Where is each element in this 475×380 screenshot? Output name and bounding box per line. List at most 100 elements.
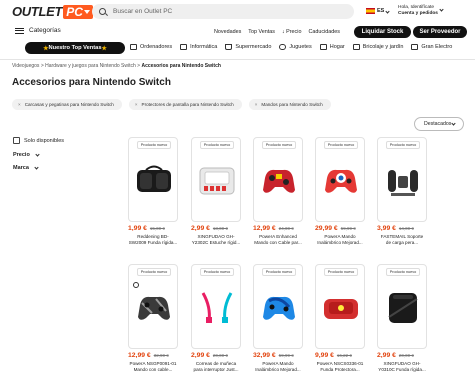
appliance-icon xyxy=(411,44,419,50)
product-card[interactable]: Producto nuevo 12,99 €24,00 € PowerA Enh… xyxy=(253,137,303,245)
product-image xyxy=(263,296,295,320)
chip-mandos[interactable]: × Mandos para Nintendo Switch xyxy=(248,99,331,110)
product-card[interactable]: Producto nuevo 3,99 €14,00 € FASTEMAIL S… xyxy=(377,137,427,245)
product-image-frame[interactable]: Producto nuevo xyxy=(191,137,241,222)
logo-badge-text: PC xyxy=(66,4,83,19)
product-old-price: 16,22 € xyxy=(336,353,352,358)
product-name[interactable]: Mando con Cable par... xyxy=(253,240,303,246)
product-name[interactable]: XINGFUDAO GH- xyxy=(191,234,241,240)
product-card[interactable]: Producto nuevo 2,99 €20,00 € XINGFUDAO G… xyxy=(377,264,427,372)
product-name[interactable]: PowerA NSGP0091-01 xyxy=(128,361,178,367)
product-card[interactable]: Producto nuevo 2,99 €20,00 € Correas de … xyxy=(191,264,241,372)
product-name[interactable]: XINGFUDAO GH- xyxy=(377,361,427,367)
logo[interactable]: OUTLET PC xyxy=(12,4,93,19)
product-image-frame[interactable]: Producto nuevo xyxy=(315,264,365,349)
checkbox-box[interactable] xyxy=(13,137,20,144)
categories-label: Categorías xyxy=(29,27,61,34)
sort-select[interactable]: Destacados xyxy=(414,117,464,131)
filter-precio[interactable]: Precio xyxy=(13,151,64,158)
toy-icon xyxy=(279,44,287,50)
filter-label: Marca xyxy=(13,165,29,171)
product-old-price: 20,00 € xyxy=(398,353,414,358)
filter-marca[interactable]: Marca xyxy=(13,164,64,171)
product-card[interactable]: Producto nuevo 32,99 €59,99 € PowerA Man… xyxy=(253,264,303,372)
product-old-price: 59,99 € xyxy=(278,353,294,358)
monitor-icon xyxy=(130,44,137,50)
product-old-price: 13,00 € xyxy=(212,226,228,231)
product-image-frame[interactable]: Producto nuevo xyxy=(128,137,178,222)
product-image-frame[interactable]: Producto nuevo xyxy=(253,264,303,349)
page-title: Accesorios para Nintendo Switch xyxy=(12,77,171,88)
product-image-frame[interactable]: Producto nuevo xyxy=(191,264,241,349)
breadcrumb-item[interactable]: Videojuegos xyxy=(12,63,39,69)
product-old-price: 59,99 € xyxy=(340,226,356,231)
product-card[interactable]: Producto nuevo 29,99 €59,99 € PowerA Man… xyxy=(315,137,365,245)
product-name[interactable]: de carga pera... xyxy=(377,240,427,246)
product-image-frame[interactable]: Producto nuevo xyxy=(128,264,178,349)
new-badge: Producto nuevo xyxy=(324,268,358,276)
product-name[interactable]: PowerA NSCS0336-01 xyxy=(315,361,365,367)
product-card[interactable]: Producto nuevo 9,99 €16,22 € PowerA NSCS… xyxy=(315,264,365,372)
chip-carcasas[interactable]: × Carcasas y pegatinas para Nintendo Swit… xyxy=(12,99,122,110)
chip-protectores[interactable]: × Protectores de pantalla para Nintendo S… xyxy=(128,99,242,110)
nav-ordenadores[interactable]: Ordenadores xyxy=(130,44,172,50)
nav-gran-electro[interactable]: Gran Electro xyxy=(411,44,452,50)
search-input[interactable] xyxy=(113,8,313,15)
search-icon[interactable] xyxy=(99,8,106,15)
nav-bricolaje[interactable]: Bricolaje y jardín xyxy=(352,44,403,50)
language-selector[interactable]: ES xyxy=(366,8,390,14)
product-name[interactable]: Inalámbrico Mejorad... xyxy=(253,367,303,373)
product-image-frame[interactable]: Producto nuevo xyxy=(253,137,303,222)
filter-label: Precio xyxy=(13,152,30,158)
product-price: 32,99 € xyxy=(253,352,276,359)
product-image-frame[interactable]: Producto nuevo xyxy=(315,137,365,222)
product-price: 29,99 € xyxy=(315,225,338,232)
categories-button[interactable]: Categorías xyxy=(15,27,61,34)
link-top-ventas[interactable]: Top Ventas xyxy=(248,29,275,35)
product-name[interactable]: Y0310C Funda rígida... xyxy=(377,367,427,373)
product-name[interactable]: Y2302C Estuche rígid... xyxy=(191,240,241,246)
product-card[interactable]: Producto nuevo 1,99 €15,00 € Reddening B… xyxy=(128,137,178,245)
product-price: 2,99 € xyxy=(377,352,396,359)
product-name[interactable]: Funda Protectora... xyxy=(315,367,365,373)
link-novedades[interactable]: Novedades xyxy=(214,29,241,35)
breadcrumb-item[interactable]: Hardware y juegos para Nintendo Switch xyxy=(45,63,136,69)
logo-arrow-icon xyxy=(83,9,90,14)
product-name[interactable]: PowerA Enhanced xyxy=(253,234,303,240)
nav-supermercado[interactable]: Supermercado xyxy=(225,44,271,50)
close-icon: × xyxy=(254,102,258,107)
keyboard-icon xyxy=(180,44,188,50)
liquidar-stock-button[interactable]: Liquidar Stock xyxy=(354,26,411,38)
chip-label: Mandos para Nintendo Switch xyxy=(261,102,323,107)
product-name[interactable]: Mando con cable... xyxy=(128,367,178,373)
product-image-frame[interactable]: Producto nuevo xyxy=(377,137,427,222)
product-name[interactable]: Correas de muñeca xyxy=(191,361,241,367)
ser-proveedor-button[interactable]: Ser Proveedor xyxy=(413,26,467,38)
nav-juguetes[interactable]: Juguetes xyxy=(279,44,312,50)
product-image xyxy=(137,165,171,192)
product-name[interactable]: SW2009 Funda rígida... xyxy=(128,240,178,246)
product-card[interactable]: Producto nuevo 2,99 €13,00 € XINGFUDAO G… xyxy=(191,137,241,245)
solo-disponibles-checkbox[interactable]: Solo disponibles xyxy=(13,137,64,144)
new-badge: Producto nuevo xyxy=(324,141,358,149)
user-account[interactable]: Hola, Identifícate Cuenta y pedidos xyxy=(398,5,444,17)
cart-icon xyxy=(225,44,233,50)
product-card[interactable]: Producto nuevo 12,99 €32,90 € PowerA NSG… xyxy=(128,264,178,372)
product-old-price: 24,00 € xyxy=(278,226,294,231)
search-bar[interactable] xyxy=(92,4,354,19)
new-badge: Producto nuevo xyxy=(386,141,420,149)
product-name[interactable]: para interruptor Just... xyxy=(191,367,241,373)
product-name[interactable]: Inalámbrico Mejorad... xyxy=(315,240,365,246)
language-label: ES xyxy=(377,8,385,14)
link-precio[interactable]: ↓ Precio xyxy=(282,29,301,35)
top-bar: OUTLET PC ES Hola, Identifícate Cuenta y… xyxy=(0,0,475,22)
link-caducidades[interactable]: Caducidades xyxy=(308,29,339,35)
nav-informatica[interactable]: Informática xyxy=(180,44,217,50)
product-name[interactable]: FASTEMAIL Soporte xyxy=(377,234,427,240)
breadcrumb-current: Accesorios para Nintendo Switch xyxy=(141,63,221,69)
product-image xyxy=(325,169,357,193)
product-image-frame[interactable]: Producto nuevo xyxy=(377,264,427,349)
nav-hogar[interactable]: Hogar xyxy=(319,44,345,50)
chip-label: Carcasas y pegatinas para Nintendo Switc… xyxy=(24,102,114,107)
top-ventas-button[interactable]: ★ Nuestro Top Ventas ★ xyxy=(25,42,125,54)
